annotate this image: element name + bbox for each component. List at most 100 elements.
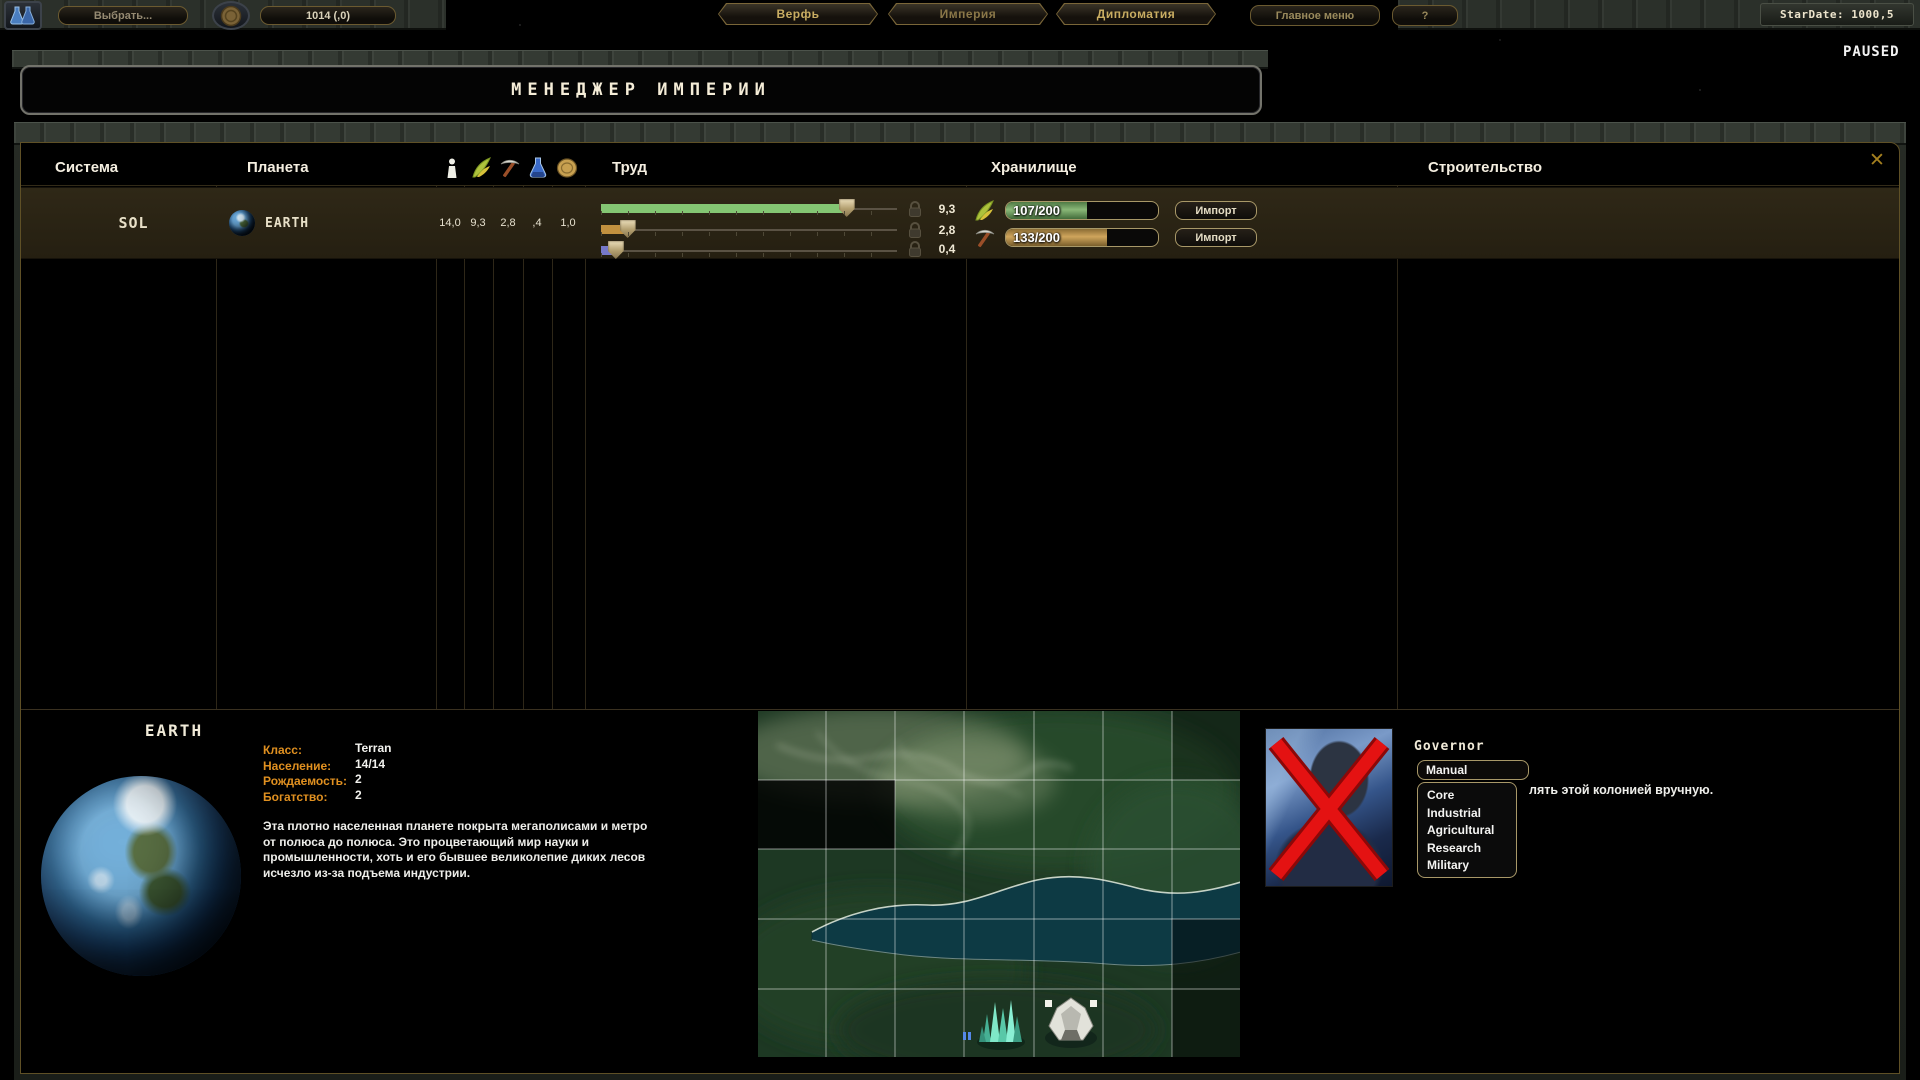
window-content: Система Планета Труд Хранилище Строитель… [20,142,1900,1074]
food-icon[interactable] [470,157,493,184]
select-button[interactable]: Выбрать... [58,6,188,25]
ore-storage-amount: 133/200 [1013,229,1060,246]
slider-value: 2,8 [927,223,967,237]
funds-button-label: 1014 (,0) [306,10,350,22]
ore-icon[interactable] [498,157,521,184]
stat-wealth-value: 2 [355,788,362,802]
column-header-storage[interactable]: Хранилище [991,159,1077,176]
paused-indicator: PAUSED [1843,44,1900,60]
column-separator [216,186,217,709]
slider-ticks [601,253,897,257]
stat-row: Класс: Terran [263,741,483,757]
help-button[interactable]: ? [1392,5,1458,26]
column-separator [552,186,553,709]
population-icon[interactable] [445,158,459,184]
stat-wealth-label: Богатство: [263,790,327,804]
stat-birthrate-label: Рождаемость: [263,774,347,788]
import-ore-button[interactable]: Импорт [1175,228,1257,247]
import-ore-label: Импорт [1195,232,1236,244]
slider-ticks [601,211,897,215]
labor-slider-track[interactable] [601,229,897,231]
governor-label: Governor [1414,739,1485,754]
nav-shipyard-label: Верфь [719,4,877,24]
stat-row: Рождаемость: 2 [263,772,483,788]
red-x-icon [1266,729,1392,886]
stat-birthrate-value: 2 [355,772,362,786]
window-title: МЕНЕДЖЕР ИМПЕРИИ [22,67,1260,113]
governor-option-core[interactable]: Core [1418,787,1516,805]
governor-option-industrial[interactable]: Industrial [1418,805,1516,823]
stat-money: 1,0 [552,217,584,229]
detail-planet-name: EARTH [99,721,249,740]
stat-ore: 2,8 [492,217,524,229]
food-storage-amount: 107/200 [1013,202,1060,219]
ore-icon [973,227,996,254]
nav-empire-label: Империя [889,4,1047,24]
nav-empire-button[interactable]: Империя [888,3,1048,25]
column-separator [464,186,465,709]
nav-diplomacy-button[interactable]: Дипломатия [1056,3,1216,25]
column-header-planet[interactable]: Планета [247,159,309,176]
column-separator [966,186,967,709]
science-icon[interactable] [528,157,548,184]
column-separator [585,186,586,709]
governor-selected-value: Manual [1426,763,1467,777]
import-food-label: Импорт [1195,205,1236,217]
governor-portrait[interactable] [1265,728,1393,887]
stardate-plaque: StarDate: 1000,5 [1760,3,1914,26]
money-icon[interactable] [556,157,578,184]
column-separator [1397,186,1398,709]
column-separator [436,186,437,709]
planet-description: Эта плотно населенная планете покрыта ме… [263,819,658,881]
header-divider [21,185,1899,186]
select-button-label: Выбрать... [94,10,152,22]
stat-food: 9,3 [462,217,494,229]
stat-population-value: 14/14 [355,757,385,771]
top-bar: Выбрать... 1014 (,0) Верфь Империя Дипло… [0,0,1920,30]
surface-map[interactable] [757,710,1241,1058]
ore-storage-bar[interactable]: 133/200 [1005,228,1159,247]
slider-value: 0,4 [927,242,967,256]
governor-option-agricultural[interactable]: Agricultural [1418,822,1516,840]
close-button[interactable]: ✕ [1869,149,1885,171]
stat-row: Богатство: 2 [263,788,483,804]
food-storage-bar[interactable]: 107/200 [1005,201,1159,220]
labor-slider-track[interactable] [601,208,897,210]
stat-science: ,4 [521,217,553,229]
stat-class-label: Класс: [263,743,302,757]
main-menu-button[interactable]: Главное меню [1250,5,1380,26]
column-header-system[interactable]: Система [55,159,118,176]
empire-manager-window: Система Планета Труд Хранилище Строитель… [14,122,1906,1080]
system-name[interactable]: SOL [51,214,216,232]
planet-image [41,776,241,976]
governor-select[interactable]: Manual [1417,760,1529,780]
stardate-display: StarDate: 1000,5 [1780,8,1894,21]
funds-button[interactable]: 1014 (,0) [260,6,396,25]
import-food-button[interactable]: Импорт [1175,201,1257,220]
governor-options-list: Core Industrial Agricultural Research Mi… [1417,782,1517,878]
column-separator [493,186,494,709]
main-menu-label: Главное меню [1276,10,1354,22]
stat-class-value: Terran [355,741,391,755]
nav-diplomacy-label: Дипломатия [1057,4,1215,24]
table-row[interactable]: SOL EARTH 14,0 9,3 2,8 ,4 1,0 9 [21,187,1899,259]
slider-ticks [601,232,897,236]
column-header-construction[interactable]: Строительство [1428,159,1542,176]
stat-population-label: Население: [263,759,331,773]
column-separator [523,186,524,709]
research-flasks-icon[interactable] [4,1,42,30]
stat-row: Население: 14/14 [263,757,483,773]
food-icon [973,200,996,227]
labor-slider-track[interactable] [601,250,897,252]
column-header-labor[interactable]: Труд [612,159,647,176]
planet-icon[interactable] [229,210,255,236]
nav-shipyard-button[interactable]: Верфь [718,3,878,25]
lock-icon[interactable] [907,240,923,263]
slider-value: 9,3 [927,202,967,216]
governor-hint: лять этой колонией вручную. [1529,783,1713,799]
money-seal-icon[interactable] [212,1,250,30]
governor-option-military[interactable]: Military [1418,857,1516,875]
governor-option-research[interactable]: Research [1418,840,1516,858]
lock-icon[interactable] [907,200,923,223]
planet-name[interactable]: EARTH [265,216,309,231]
